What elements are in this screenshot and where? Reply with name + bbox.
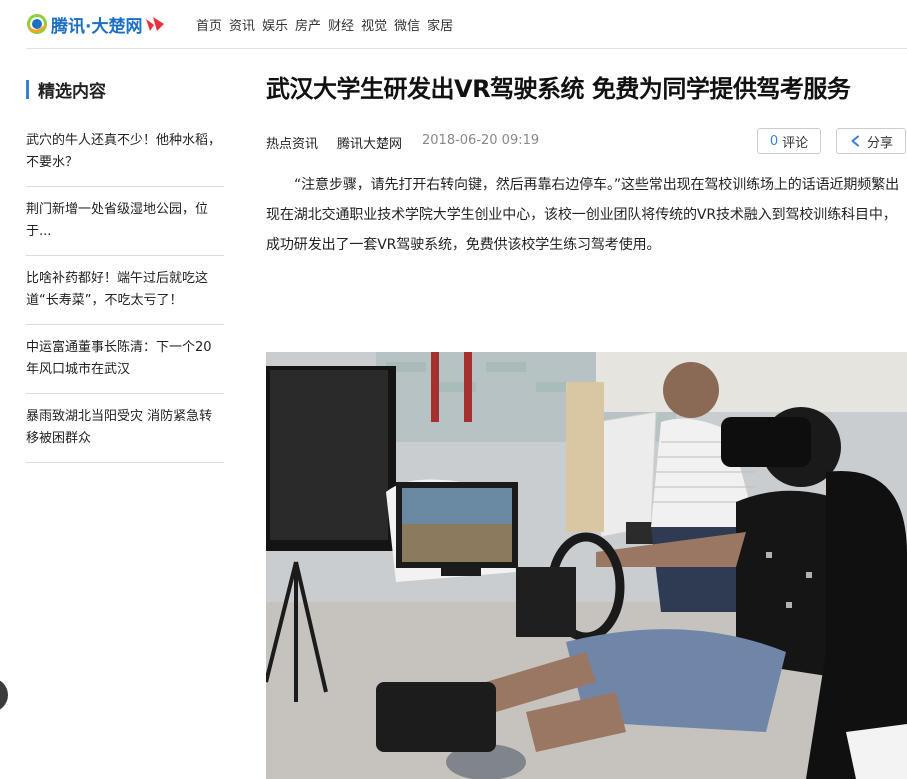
- nav-home[interactable]: 首页: [196, 15, 222, 34]
- sidebar: 精选内容 武穴的牛人还真不少！他种水稻，不要水？ 荆门新增一处省级湿地公园，位于…: [26, 78, 224, 463]
- nav-home-decor[interactable]: 家居: [427, 15, 453, 34]
- comment-button[interactable]: 0 评论: [757, 128, 821, 154]
- nav-entertainment[interactable]: 娱乐: [262, 15, 288, 34]
- comment-label: 评论: [782, 135, 809, 151]
- article-time: 2018-06-20 09:19: [422, 133, 540, 148]
- photo-illustration: [266, 352, 907, 779]
- share-label: 分享: [866, 135, 893, 151]
- article-title: 武汉大学生研发出VR驾驶系统 免费为同学提供驾考服务: [266, 75, 851, 103]
- logo-icon: [27, 14, 47, 34]
- sidebar-header: 精选内容: [26, 78, 224, 102]
- article-source[interactable]: 腾讯大楚网: [337, 133, 402, 152]
- article-paragraph: “注意步骤，请先打开右转向键，然后再靠右边停车。”这些常出现在驾校训练场上的话语…: [266, 177, 900, 253]
- logo-text: 腾讯·大楚网: [51, 16, 143, 37]
- header-divider: [26, 48, 907, 49]
- sidebar-list: 武穴的牛人还真不少！他种水稻，不要水？ 荆门新增一处省级湿地公园，位于... 比…: [26, 117, 224, 463]
- side-scroll-handle[interactable]: [0, 678, 8, 712]
- article-category[interactable]: 热点资讯: [266, 133, 318, 152]
- article-meta: 热点资讯 腾讯大楚网 2018-06-20 09:19 0 评论 分享: [266, 128, 907, 154]
- nav-visual[interactable]: 视觉: [361, 15, 387, 34]
- nav-finance[interactable]: 财经: [328, 15, 354, 34]
- sidebar-item[interactable]: 武穴的牛人还真不少！他种水稻，不要水？: [26, 118, 224, 187]
- nav-news[interactable]: 资讯: [229, 15, 255, 34]
- logo-wing-icon: [146, 17, 165, 31]
- sidebar-title-accent: [26, 79, 29, 99]
- top-nav-bar: 腾讯·大楚网 首页 资讯 娱乐 房产 财经 视觉 微信 家居: [0, 0, 907, 50]
- nav-realestate[interactable]: 房产: [295, 15, 321, 34]
- article: 武汉大学生研发出VR驾驶系统 免费为同学提供驾考服务 热点资讯 腾讯大楚网 20…: [266, 70, 907, 260]
- sidebar-title: 精选内容: [38, 81, 106, 102]
- sidebar-item[interactable]: 荆门新增一处省级湿地公园，位于...: [26, 187, 224, 256]
- sidebar-item[interactable]: 比啥补药都好！端午过后就吃这道“长寿菜”，不吃太亏了！: [26, 256, 224, 325]
- site-logo[interactable]: 腾讯·大楚网: [26, 11, 166, 37]
- article-photo: [266, 352, 907, 779]
- sidebar-item[interactable]: 暴雨致湖北当阳受灾 消防紧急转移被困群众: [26, 394, 224, 463]
- share-button[interactable]: 分享: [836, 128, 906, 154]
- nav-wechat[interactable]: 微信: [394, 15, 420, 34]
- comment-count: 0: [769, 133, 779, 149]
- main-nav: 首页 资讯 娱乐 房产 财经 视觉 微信 家居: [196, 15, 460, 34]
- sidebar-item[interactable]: 中运富通董事长陈清：下一个20年风口城市在武汉: [26, 325, 224, 394]
- share-icon: [851, 135, 859, 147]
